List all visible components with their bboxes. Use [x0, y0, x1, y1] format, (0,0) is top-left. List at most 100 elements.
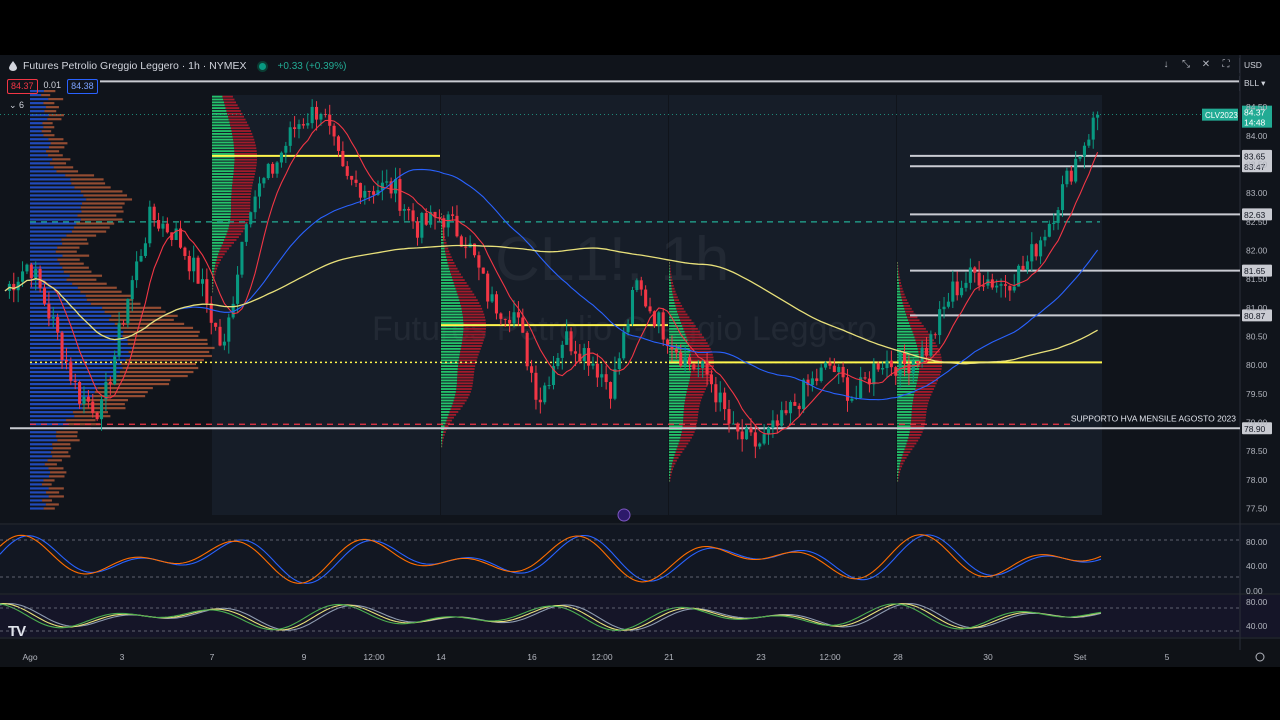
download-icon[interactable]: ↓: [1160, 58, 1172, 72]
session-profile-bar: [212, 107, 226, 109]
session-profile-bar: [458, 368, 475, 370]
volume-profile-bar: [126, 359, 204, 361]
volume-profile-bar: [117, 375, 188, 377]
session-profile-bar: [900, 291, 903, 293]
session-profile-bar: [670, 273, 671, 275]
price-tick: 77.50: [1246, 504, 1268, 514]
session-profile-bar: [897, 466, 900, 468]
session-profile-bar: [212, 185, 232, 187]
session-profile-bar: [897, 400, 913, 402]
candle-body: [341, 151, 344, 166]
candle-body: [192, 258, 195, 272]
ask-price[interactable]: 84.38: [67, 79, 98, 94]
session-profile-bar: [446, 256, 451, 258]
session-profile-bar: [452, 405, 463, 407]
price-chart[interactable]: CL1!, 1h Futures Petrolio Greggio Leggero…: [0, 55, 1280, 667]
session-profile-bar: [902, 457, 907, 459]
candle-body: [517, 312, 520, 317]
volume-profile-bar: [49, 487, 64, 489]
session-profile-bar: [234, 170, 256, 172]
session-profile-bar: [897, 325, 910, 327]
fullscreen-icon[interactable]: ⛶: [1220, 58, 1232, 72]
session-profile-bar: [232, 182, 252, 184]
session-profile-bar: [897, 337, 915, 339]
price-tick: 81.50: [1246, 274, 1268, 284]
candle-body: [771, 420, 774, 427]
session-profile-bar: [684, 408, 699, 410]
indicators-toggle[interactable]: ⌄ 6: [9, 100, 24, 111]
session-profile-bar: [907, 443, 917, 445]
price-tick: 84.00: [1246, 131, 1268, 141]
session-profile-bar: [212, 153, 234, 155]
session-profile-bar: [217, 256, 222, 258]
session-profile-bar: [669, 394, 686, 396]
session-profile-bar: [677, 448, 685, 450]
session-profile-bar: [441, 408, 451, 410]
session-profile-bar: [683, 420, 697, 422]
time-tick: 12:00: [363, 652, 385, 662]
session-profile-bar: [897, 316, 907, 318]
session-profile-bar: [212, 253, 218, 255]
session-profile-bar: [456, 388, 471, 390]
session-profile-bar: [686, 394, 703, 396]
candle-body: [1026, 261, 1029, 270]
volume-profile-bar: [30, 238, 61, 240]
unit-select[interactable]: BLL ▾: [1239, 76, 1274, 91]
currency-label: USD: [1244, 60, 1262, 70]
session-profile-bar: [897, 474, 898, 476]
candle-body: [1087, 140, 1090, 146]
volume-profile-bar: [49, 475, 65, 477]
volume-profile-bar: [57, 439, 79, 441]
session-profile-bar: [897, 411, 912, 413]
session-profile-bar: [441, 405, 452, 407]
session-profile-bar: [234, 153, 256, 155]
candle-body: [846, 377, 849, 401]
session-profile-bar: [675, 454, 681, 456]
oscillator-tick: 0.00: [1246, 586, 1263, 596]
candle-body: [113, 356, 116, 384]
compress-icon[interactable]: ⤡: [1180, 58, 1192, 72]
session-profile-bar: [455, 394, 469, 396]
session-profile-bar: [898, 474, 899, 476]
volume-profile-bar: [30, 323, 115, 325]
session-profile-bar: [214, 271, 216, 273]
session-profile-bar: [441, 365, 458, 367]
volume-profile-bar: [30, 106, 46, 108]
bid-price[interactable]: 84.37: [7, 79, 38, 94]
candle-body: [754, 432, 757, 446]
session-profile-bar: [911, 328, 925, 330]
candle-body: [1030, 244, 1033, 261]
candle-body: [412, 210, 415, 221]
session-profile-bar: [898, 477, 899, 479]
candle-body: [201, 279, 204, 284]
price-tick: 84.50: [1246, 102, 1268, 112]
candle-body: [1092, 118, 1095, 140]
session-profile-bar: [441, 225, 442, 227]
currency-select[interactable]: USD: [1239, 58, 1274, 73]
candle-body: [745, 428, 748, 439]
candle-body: [982, 286, 985, 287]
close-icon[interactable]: ✕: [1200, 58, 1212, 72]
volume-profile-bar: [30, 383, 106, 385]
volume-profile-bar: [30, 411, 73, 413]
candle-body: [521, 318, 524, 333]
session-profile-bar: [441, 236, 443, 238]
volume-profile-bar: [83, 194, 127, 196]
volume-profile-bar: [30, 387, 98, 389]
session-profile-bar: [458, 294, 475, 296]
session-profile-bar: [907, 316, 917, 318]
session-profile-bar: [212, 122, 230, 124]
oscillator-tick: 40.00: [1246, 561, 1268, 571]
session-profile-bar: [671, 279, 673, 281]
session-profile-bar: [212, 96, 222, 98]
session-profile-bar: [212, 213, 231, 215]
session-profile-bar: [232, 133, 252, 135]
candle-body: [701, 362, 704, 368]
symbol-title[interactable]: Futures Petrolio Greggio Leggero · 1h · …: [23, 60, 247, 72]
candle-body: [916, 361, 919, 363]
session-profile-bar: [231, 202, 250, 204]
volume-profile-bar: [66, 234, 96, 236]
session-profile-bar: [450, 411, 459, 413]
session-profile-bar: [212, 99, 223, 101]
session-profile-bar: [212, 136, 233, 138]
